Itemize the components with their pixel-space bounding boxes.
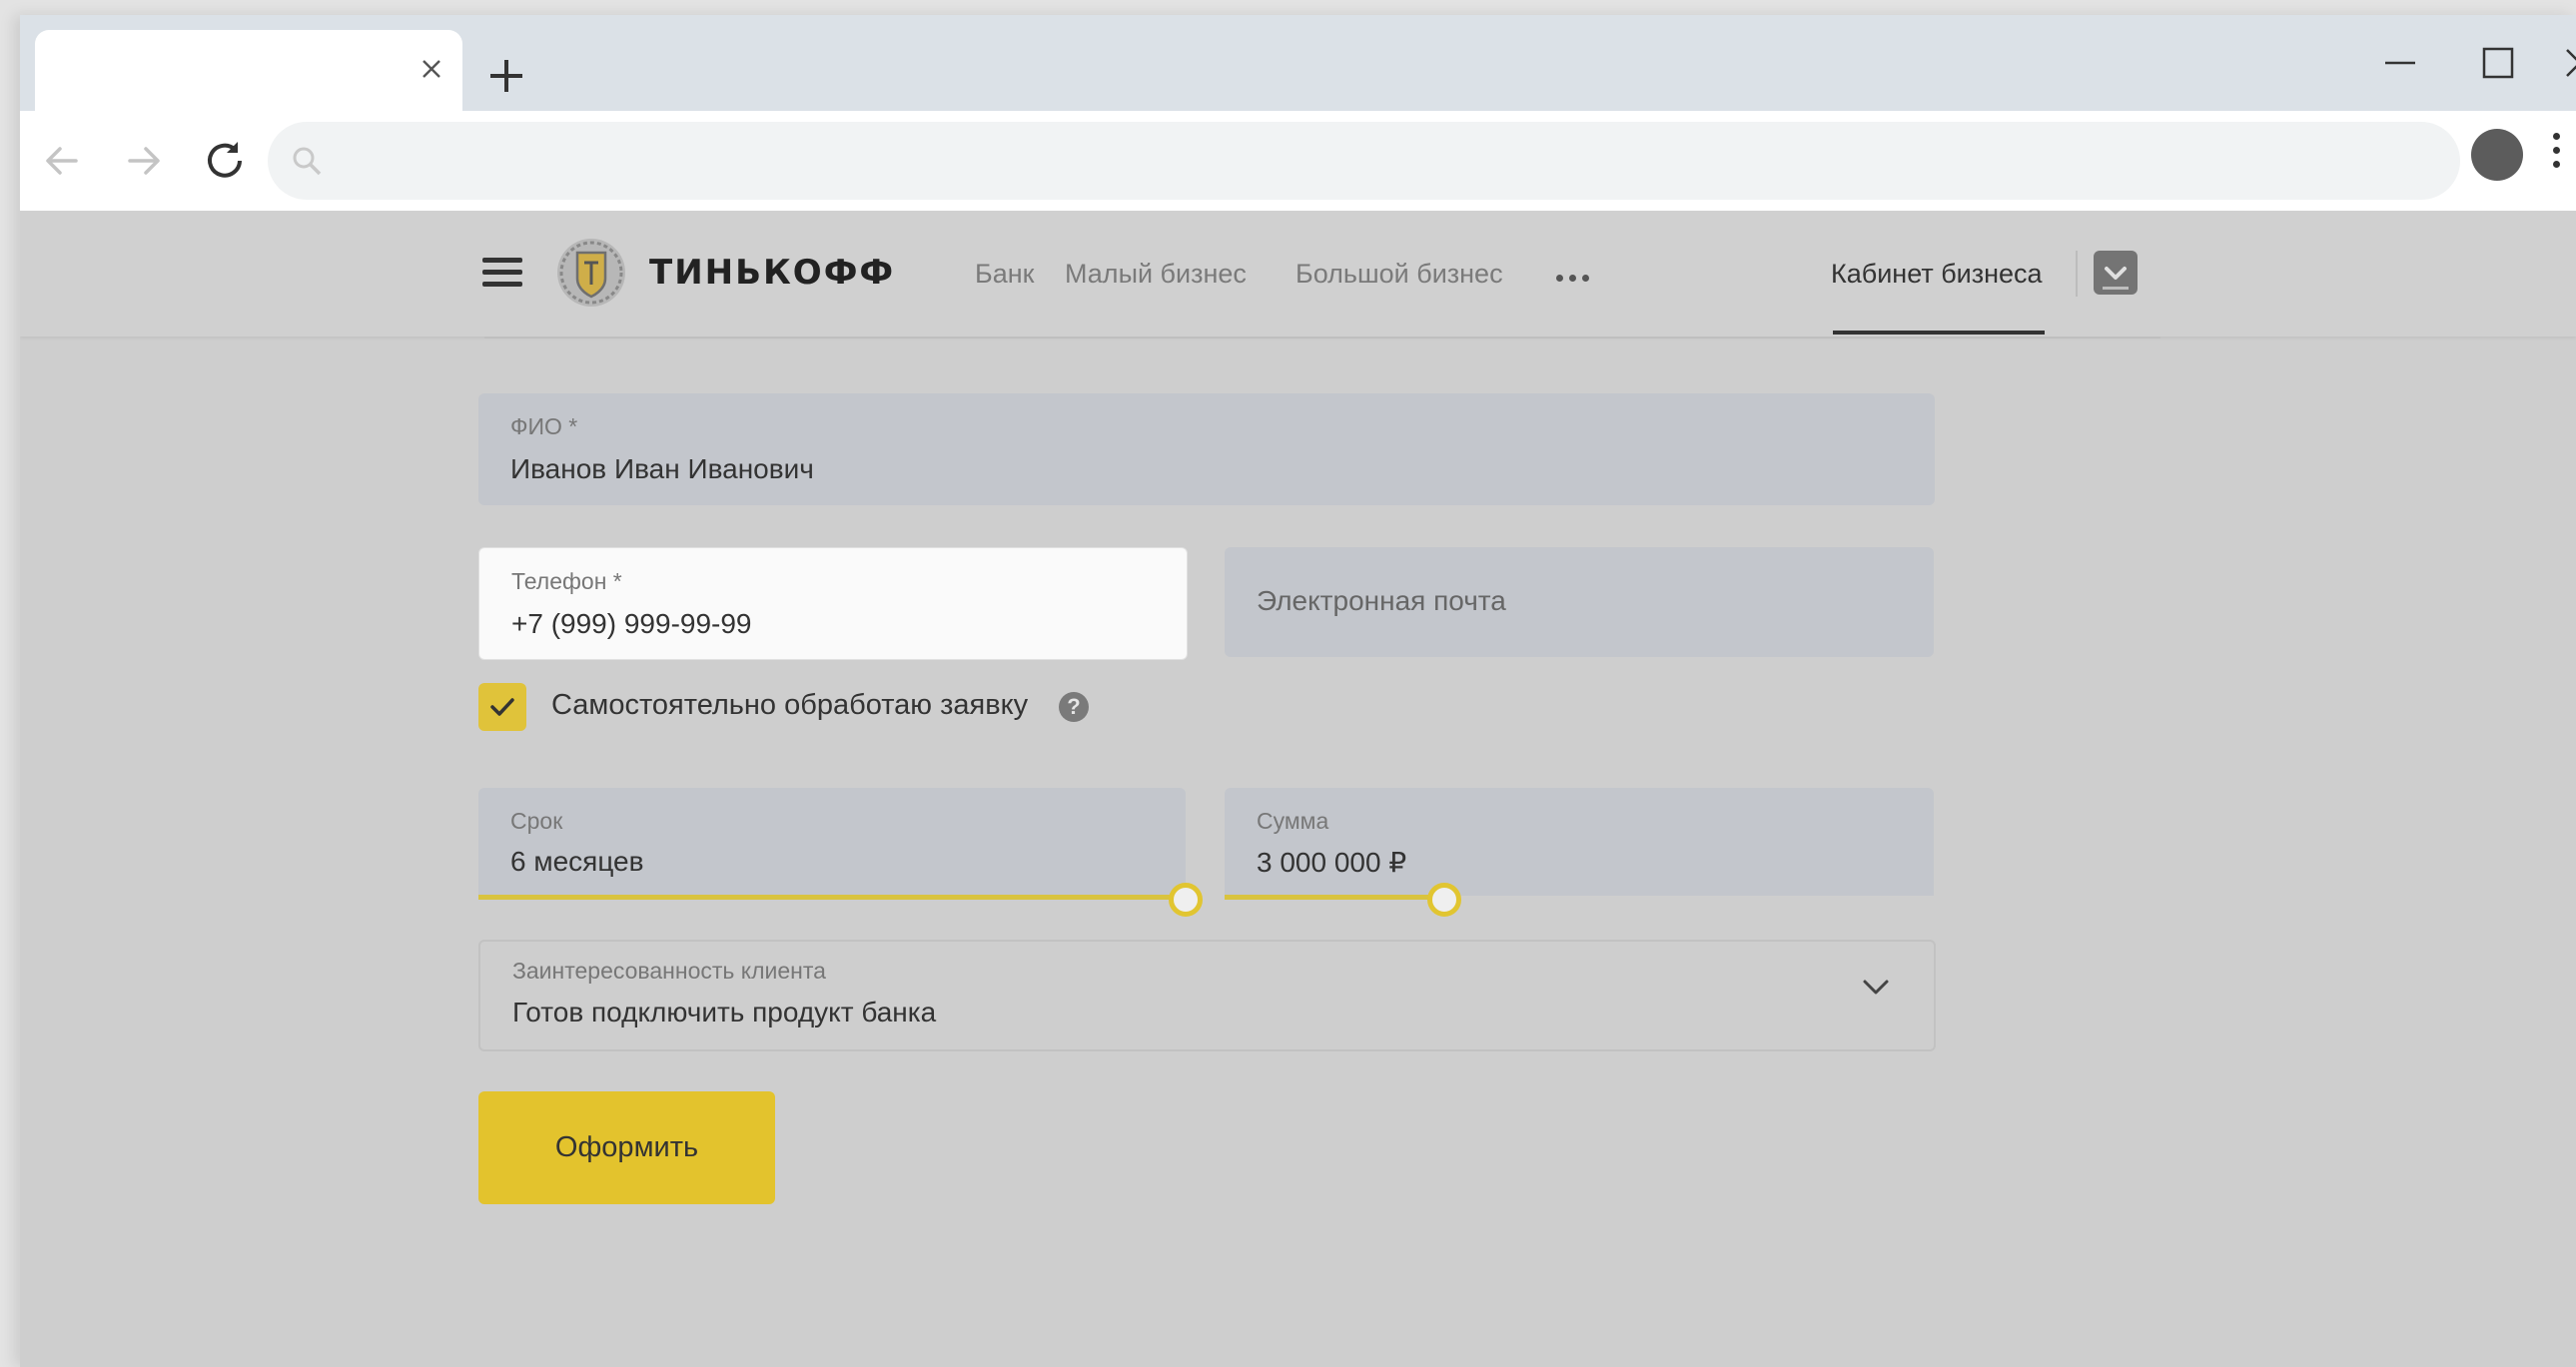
term-value[interactable]: 6 месяцев <box>510 846 644 878</box>
logo-emblem-icon[interactable] <box>555 237 627 309</box>
interest-label: Заинтересованность клиента <box>512 958 826 984</box>
term-field[interactable]: Срок 6 месяцев <box>478 788 1186 896</box>
browser-window: ТИНЬКОФФ Банк Малый бизнес Большой бизне… <box>20 15 2576 1367</box>
site-header: ТИНЬКОФФ Банк Малый бизнес Большой бизне… <box>20 211 2576 337</box>
amount-slider-track[interactable] <box>1225 895 1445 900</box>
interest-select[interactable]: Заинтересованность клиента Готов подключ… <box>478 940 1936 1051</box>
phone-label: Телефон * <box>511 568 622 594</box>
phone-value[interactable]: +7 (999) 999-99-99 <box>511 608 752 640</box>
chevron-down-icon[interactable] <box>1861 975 1891 999</box>
close-window-icon[interactable] <box>2552 35 2576 91</box>
reload-icon[interactable] <box>195 131 255 191</box>
phone-field[interactable]: Телефон * +7 (999) 999-99-99 <box>478 547 1188 660</box>
fio-label: ФИО * <box>510 413 578 439</box>
amount-slider-knob[interactable] <box>1427 883 1462 917</box>
nav-link-small-business[interactable]: Малый бизнес <box>1065 259 1247 290</box>
page-content: ТИНЬКОФФ Банк Малый бизнес Большой бизне… <box>20 211 2576 1367</box>
browser-toolbar <box>20 111 2576 211</box>
amount-value[interactable]: 3 000 000 ₽ <box>1257 846 1406 879</box>
term-slider-knob[interactable] <box>1169 883 1203 917</box>
close-icon[interactable] <box>415 52 448 86</box>
term-slider-track[interactable] <box>478 895 1186 900</box>
term-label: Срок <box>510 808 563 834</box>
amount-label: Сумма <box>1257 808 1329 834</box>
nav-link-business-cabinet[interactable]: Кабинет бизнеса <box>1831 259 2043 290</box>
plus-icon[interactable] <box>481 51 531 101</box>
header-divider <box>2076 251 2078 297</box>
maximize-icon[interactable] <box>2470 35 2526 91</box>
checkmark-icon <box>490 698 514 716</box>
nav-link-bank[interactable]: Банк <box>975 259 1034 290</box>
nav-link-large-business[interactable]: Большой бизнес <box>1295 259 1503 290</box>
active-tab-indicator <box>1833 331 2045 335</box>
tab-strip <box>20 15 2576 126</box>
self-process-checkbox[interactable] <box>478 683 526 731</box>
fio-value[interactable]: Иванов Иван Иванович <box>510 453 814 485</box>
address-input[interactable] <box>338 136 2339 188</box>
fio-field[interactable]: ФИО * Иванов Иван Иванович <box>478 393 1935 505</box>
address-bar[interactable] <box>268 122 2460 200</box>
logo-text[interactable]: ТИНЬКОФФ <box>649 253 895 293</box>
self-process-label[interactable]: Самостоятельно обработаю заявку <box>551 689 1028 722</box>
hamburger-menu-icon[interactable] <box>482 258 522 290</box>
forward-arrow-icon[interactable] <box>114 131 174 191</box>
submit-button[interactable]: Оформить <box>478 1091 775 1204</box>
search-icon <box>293 147 322 176</box>
amount-field[interactable]: Сумма 3 000 000 ₽ <box>1225 788 1934 896</box>
more-dots-icon[interactable] <box>1556 269 1596 282</box>
email-field[interactable]: Электронная почта <box>1225 547 1934 657</box>
menu-dots-icon[interactable] <box>2547 133 2567 183</box>
header-rule <box>484 337 2160 339</box>
back-arrow-icon[interactable] <box>32 131 92 191</box>
interest-value[interactable]: Готов подключить продукт банка <box>512 997 936 1028</box>
email-placeholder[interactable]: Электронная почта <box>1257 585 1506 617</box>
minimize-icon[interactable] <box>2372 35 2428 91</box>
question-icon[interactable]: ? <box>1059 692 1089 722</box>
dropdown-toggle-icon[interactable] <box>2094 251 2138 295</box>
profile-icon[interactable] <box>2471 129 2523 181</box>
